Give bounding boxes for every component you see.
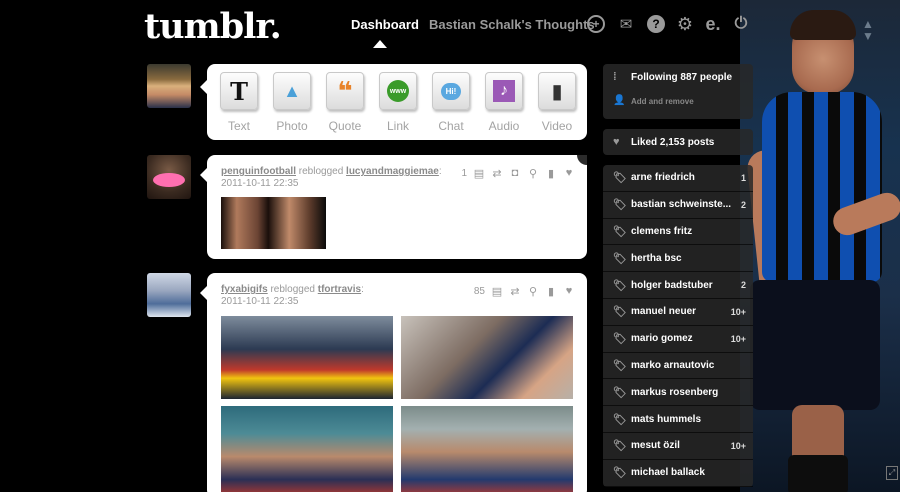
nav-blog[interactable]: Bastian Schalk's Thoughts xyxy=(429,17,595,32)
post-type-video[interactable]: ▮ Video xyxy=(532,72,582,133)
nav-dashboard[interactable]: Dashboard xyxy=(351,17,419,32)
post-header: penguinfootball reblogged lucyandmaggiem… xyxy=(221,166,442,189)
camera-icon[interactable]: ◘ xyxy=(509,167,521,179)
tag-icon: 🏷 xyxy=(613,252,627,265)
active-nav-caret xyxy=(373,40,387,48)
expand-icon[interactable]: ⤢ xyxy=(886,466,898,480)
following-link[interactable]: ⁞ Following 887 people xyxy=(603,64,753,91)
tag-item[interactable]: 🏷 markus rosenberg xyxy=(603,379,753,407)
bookmark-icon[interactable]: ▮ xyxy=(545,167,557,180)
tag-item[interactable]: 🏷 holger badstuber 2 xyxy=(603,272,753,299)
tag-icon: 🏷 xyxy=(613,306,627,319)
following-icon: ⁞ xyxy=(613,71,617,84)
post-timestamp: 2011-10-11 22:35 xyxy=(221,178,299,189)
scroll-arrows-icon[interactable]: ▲ ▼ xyxy=(862,18,874,42)
help-icon[interactable]: ? xyxy=(647,15,665,33)
post-source-link[interactable]: lucyandmaggiemae xyxy=(346,166,439,177)
tag-item[interactable]: 🏷 marko arnautovic xyxy=(603,353,753,380)
post-card: fyxabigifs reblogged tfortravis: 2011-10… xyxy=(200,273,587,492)
tag-icon: 🏷 xyxy=(613,359,627,372)
post-type-chat[interactable]: Hi! Chat xyxy=(426,72,476,133)
notes-count[interactable]: 1 xyxy=(461,168,467,179)
video-icon: ▮ xyxy=(538,72,576,110)
my-avatar[interactable] xyxy=(147,64,191,108)
post-type-quote[interactable]: ❝ Quote xyxy=(320,72,370,133)
notes-icon[interactable]: ▤ xyxy=(491,285,503,298)
link-icon: www xyxy=(379,72,417,110)
post-timestamp: 2011-10-11 22:35 xyxy=(221,296,299,307)
quote-icon: ❝ xyxy=(326,72,364,110)
following-block: ⁞ Following 887 people 👤 Add and remove xyxy=(603,64,753,119)
reblog-icon[interactable]: ⇄ xyxy=(509,285,521,298)
post-corner-fold xyxy=(577,155,587,165)
mail-icon[interactable]: ✉ xyxy=(617,15,635,33)
post-controls: 85 ▤ ⇄ ⚲ ▮ ♥ xyxy=(474,285,575,298)
notes-icon[interactable]: ▤ xyxy=(473,167,485,180)
post-controls: 1 ▤ ⇄ ◘ ⚲ ▮ ♥ xyxy=(461,167,575,180)
tag-item[interactable]: 🏷 clemens fritz xyxy=(603,219,753,246)
background-photo xyxy=(740,0,900,492)
photoset-image[interactable] xyxy=(401,316,573,399)
tag-item[interactable]: 🏷 manuel neuer 10+ xyxy=(603,299,753,326)
tag-item[interactable]: 🏷 arne friedrich 1 xyxy=(603,165,753,192)
gear-icon[interactable]: ⚙ xyxy=(676,14,694,34)
post-source-link[interactable]: tfortravis xyxy=(318,284,361,295)
text-icon: T xyxy=(220,72,258,110)
tag-item[interactable]: 🏷 mats hummels xyxy=(603,406,753,433)
tag-icon: 🏷 xyxy=(613,413,627,426)
add-remove-link[interactable]: Add and remove xyxy=(631,97,694,106)
plus-icon[interactable]: + xyxy=(587,15,605,33)
avatar-penguinfootball[interactable] xyxy=(147,155,191,199)
tag-icon: 🏷 xyxy=(613,333,627,346)
heart-icon: ♥ xyxy=(613,136,620,148)
audio-icon: ♪ xyxy=(485,72,523,110)
tumblr-logo[interactable]: tumblr. xyxy=(144,6,282,47)
post-header: fyxabigifs reblogged tfortravis: 2011-10… xyxy=(221,284,364,307)
liked-block: ♥ Liked 2,153 posts xyxy=(603,129,753,155)
notes-count[interactable]: 85 xyxy=(474,286,485,297)
reblog-icon[interactable]: ⇄ xyxy=(491,167,503,180)
post-type-audio[interactable]: ♪ Audio xyxy=(479,72,529,133)
post-card: penguinfootball reblogged lucyandmaggiem… xyxy=(200,155,587,259)
e-icon[interactable]: e. xyxy=(704,14,722,34)
photoset-image[interactable] xyxy=(401,406,573,492)
magnify-icon[interactable]: ⚲ xyxy=(527,285,539,298)
tag-icon: 🏷 xyxy=(613,279,627,292)
bookmark-icon[interactable]: ▮ xyxy=(545,285,557,298)
post-user-link[interactable]: penguinfootball xyxy=(221,166,296,177)
tag-item[interactable]: 🏷 mario gomez 10+ xyxy=(603,326,753,353)
power-icon[interactable]: ⏻ xyxy=(732,15,750,33)
tag-icon: 🏷 xyxy=(613,199,627,212)
photoset-image[interactable] xyxy=(221,316,393,399)
post-type-photo[interactable]: ▲ Photo xyxy=(267,72,317,133)
sidebar: ⁞ Following 887 people 👤 Add and remove … xyxy=(603,64,753,487)
heart-icon[interactable]: ♥ xyxy=(563,285,575,297)
tag-icon: 🏷 xyxy=(613,386,627,399)
add-user-icon: 👤 xyxy=(613,95,626,106)
tag-item[interactable]: 🏷 bastian schweinste... 2 xyxy=(603,192,753,219)
post-type-link[interactable]: www Link xyxy=(373,72,423,133)
tag-icon: 🏷 xyxy=(613,225,627,238)
liked-link[interactable]: ♥ Liked 2,153 posts xyxy=(603,129,753,155)
tag-item[interactable]: 🏷 michael ballack xyxy=(603,460,753,487)
post-type-bar: T Text ▲ Photo ❝ Quote www Link Hi! Chat… xyxy=(200,64,587,140)
tag-icon: 🏷 xyxy=(613,467,627,480)
photo-icon: ▲ xyxy=(273,72,311,110)
post-gif-image[interactable] xyxy=(221,197,326,249)
tag-icon: 🏷 xyxy=(613,172,627,185)
tracked-tags-list: 🏷 arne friedrich 1 🏷 bastian schweinste... 2… xyxy=(603,165,753,487)
avatar-fyxabigifs[interactable] xyxy=(147,273,191,317)
photoset-image[interactable] xyxy=(221,406,393,492)
tag-item[interactable]: 🏷 hertha bsc xyxy=(603,245,753,273)
tag-icon: 🏷 xyxy=(613,440,627,453)
chat-icon: Hi! xyxy=(432,72,470,110)
magnify-icon[interactable]: ⚲ xyxy=(527,167,539,180)
post-user-link[interactable]: fyxabigifs xyxy=(221,284,268,295)
post-type-text[interactable]: T Text xyxy=(214,72,264,133)
tag-item[interactable]: 🏷 mesut özil 10+ xyxy=(603,433,753,460)
heart-icon[interactable]: ♥ xyxy=(563,167,575,179)
